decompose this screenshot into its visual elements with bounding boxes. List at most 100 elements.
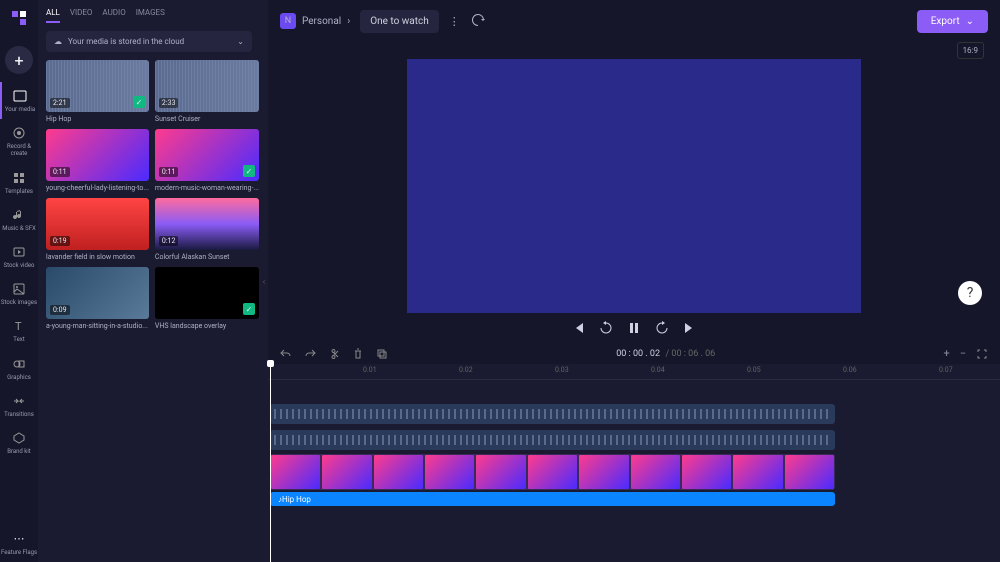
sync-icon[interactable] bbox=[470, 12, 486, 31]
skip-previous-icon[interactable] bbox=[571, 321, 585, 335]
sidebar-item-stock-images[interactable]: Stock images bbox=[0, 275, 38, 312]
sidebar-label: Transitions bbox=[4, 411, 34, 418]
sidebar-label: Stock video bbox=[4, 262, 35, 269]
media-thumbnail: 2:33 bbox=[155, 60, 259, 112]
media-item[interactable]: 2:21✓ Hip Hop bbox=[46, 60, 149, 123]
export-button[interactable]: Export ⌄ bbox=[917, 10, 988, 33]
transitions-icon bbox=[11, 393, 27, 409]
media-duration: 0:11 bbox=[50, 167, 70, 177]
undo-icon[interactable] bbox=[280, 348, 292, 360]
more-icon: ⋯ bbox=[11, 531, 27, 547]
video-track[interactable] bbox=[270, 454, 835, 490]
media-item[interactable]: 2:33 Sunset Cruiser bbox=[155, 60, 259, 123]
media-item[interactable]: 0:09a-young-man-sitting-in-a-studio... bbox=[46, 267, 149, 330]
skip-next-icon[interactable] bbox=[683, 321, 697, 335]
ruler-tick: 0.07 bbox=[939, 366, 953, 374]
workspace-name: Personal bbox=[302, 16, 341, 27]
media-name: Sunset Cruiser bbox=[155, 115, 259, 123]
left-sidebar: + Your media Record & create Templates M… bbox=[0, 0, 38, 562]
sidebar-item-graphics[interactable]: Graphics bbox=[0, 350, 38, 387]
duplicate-icon[interactable] bbox=[376, 348, 388, 360]
image-icon bbox=[11, 281, 27, 297]
topbar: N Personal › One to watch ⋮ Export ⌄ bbox=[268, 0, 1000, 42]
app-logo bbox=[7, 6, 31, 30]
media-duration: 2:21 bbox=[50, 98, 70, 108]
rewind-10-icon[interactable] bbox=[599, 321, 613, 335]
record-icon bbox=[11, 125, 27, 141]
audio-clip[interactable]: ♪ Hip Hop bbox=[270, 492, 835, 506]
project-name-input[interactable]: One to watch bbox=[360, 10, 439, 33]
video-frame bbox=[682, 455, 731, 489]
waveform-track[interactable] bbox=[270, 430, 835, 450]
sidebar-label: Stock images bbox=[1, 299, 37, 306]
zoom-in-icon[interactable]: + bbox=[943, 347, 949, 360]
help-button[interactable]: ? bbox=[958, 281, 982, 305]
add-button[interactable]: + bbox=[5, 46, 33, 74]
delete-icon[interactable] bbox=[352, 348, 364, 360]
video-frame bbox=[374, 455, 423, 489]
timeline-ruler[interactable]: 0.010.020.030.040.050.060.07 bbox=[268, 364, 1000, 380]
media-item[interactable]: 0:11 young-cheerful-lady-listening-to... bbox=[46, 129, 149, 192]
media-item[interactable]: 0:11✓modern-music-woman-wearing-... bbox=[155, 129, 259, 192]
current-time: 00 : 00 . 02 bbox=[616, 349, 660, 359]
sidebar-label: Your media bbox=[5, 106, 35, 113]
media-name: a-young-man-sitting-in-a-studio... bbox=[46, 322, 149, 330]
video-preview[interactable] bbox=[407, 59, 861, 313]
sidebar-item-feature-flags[interactable]: ⋯ Feature Flags bbox=[0, 525, 38, 562]
media-item[interactable]: ✓VHS landscape overlay bbox=[155, 267, 259, 330]
workspace-badge: N bbox=[280, 13, 296, 29]
sidebar-item-brand-kit[interactable]: Brand kit bbox=[0, 424, 38, 461]
media-duration: 0:12 bbox=[159, 236, 179, 246]
media-thumbnail: 2:21✓ bbox=[46, 60, 149, 112]
playhead[interactable] bbox=[270, 364, 271, 562]
media-duration: 2:33 bbox=[159, 98, 179, 108]
sidebar-label: Music & SFX bbox=[2, 225, 36, 232]
pause-icon[interactable] bbox=[627, 321, 641, 335]
total-time: 00 : 06 . 06 bbox=[671, 349, 715, 359]
media-name: Hip Hop bbox=[46, 115, 149, 123]
timeline[interactable]: 0.010.020.030.040.050.060.07 ♪ Hip Hop bbox=[268, 364, 1000, 562]
tab-video[interactable]: VIDEO bbox=[70, 8, 93, 23]
media-name: young-cheerful-lady-listening-to... bbox=[46, 184, 149, 192]
waveform-track[interactable] bbox=[270, 404, 835, 424]
sidebar-item-stock-video[interactable]: Stock video bbox=[0, 238, 38, 275]
media-thumbnail: 0:12 bbox=[155, 198, 259, 250]
more-options-icon[interactable]: ⋮ bbox=[449, 15, 460, 28]
split-icon[interactable] bbox=[328, 348, 340, 360]
video-frame bbox=[579, 455, 628, 489]
sidebar-item-text[interactable]: T Text bbox=[0, 312, 38, 349]
workspace-selector[interactable]: N Personal › bbox=[280, 13, 350, 29]
sidebar-item-music[interactable]: Music & SFX bbox=[0, 201, 38, 238]
tab-images[interactable]: IMAGES bbox=[136, 8, 165, 23]
media-item[interactable]: 0:19lavander field in slow motion bbox=[46, 198, 149, 261]
media-grid: 2:21✓Hip Hop2:33Sunset Cruiser0:11young-… bbox=[46, 60, 252, 330]
video-frame bbox=[733, 455, 782, 489]
action-bar: 00 : 00 . 02 / 00 : 06 . 06 + − bbox=[268, 343, 1000, 364]
redo-icon[interactable] bbox=[304, 348, 316, 360]
sidebar-item-transitions[interactable]: Transitions bbox=[0, 387, 38, 424]
sidebar-item-media[interactable]: Your media bbox=[0, 82, 38, 119]
export-label: Export bbox=[931, 16, 960, 27]
video-frame bbox=[528, 455, 577, 489]
playback-controls bbox=[268, 313, 1000, 343]
checkmark-icon: ✓ bbox=[243, 165, 255, 177]
forward-10-icon[interactable] bbox=[655, 321, 669, 335]
media-duration: 0:19 bbox=[50, 236, 70, 246]
ruler-tick: 0.02 bbox=[459, 366, 473, 374]
sidebar-label: Text bbox=[13, 336, 24, 343]
media-thumbnail: ✓ bbox=[155, 267, 259, 319]
aspect-ratio-badge[interactable]: 16:9 bbox=[957, 42, 984, 59]
brandkit-icon bbox=[11, 430, 27, 446]
tab-audio[interactable]: AUDIO bbox=[102, 8, 125, 23]
ruler-tick: 0.05 bbox=[747, 366, 761, 374]
media-item[interactable]: 0:12Colorful Alaskan Sunset bbox=[155, 198, 259, 261]
timeline-tracks: ♪ Hip Hop bbox=[268, 380, 1000, 560]
zoom-out-icon[interactable]: − bbox=[960, 347, 966, 360]
sidebar-item-templates[interactable]: Templates bbox=[0, 164, 38, 201]
fit-icon[interactable] bbox=[976, 348, 988, 360]
sidebar-item-record[interactable]: Record & create bbox=[0, 119, 38, 163]
cloud-storage-bar[interactable]: ☁ Your media is stored in the cloud ⌄ bbox=[46, 31, 252, 52]
tab-all[interactable]: ALL bbox=[46, 8, 60, 23]
ruler-tick: 0.01 bbox=[363, 366, 377, 374]
collapse-panel-handle[interactable]: ‹ bbox=[260, 0, 268, 562]
